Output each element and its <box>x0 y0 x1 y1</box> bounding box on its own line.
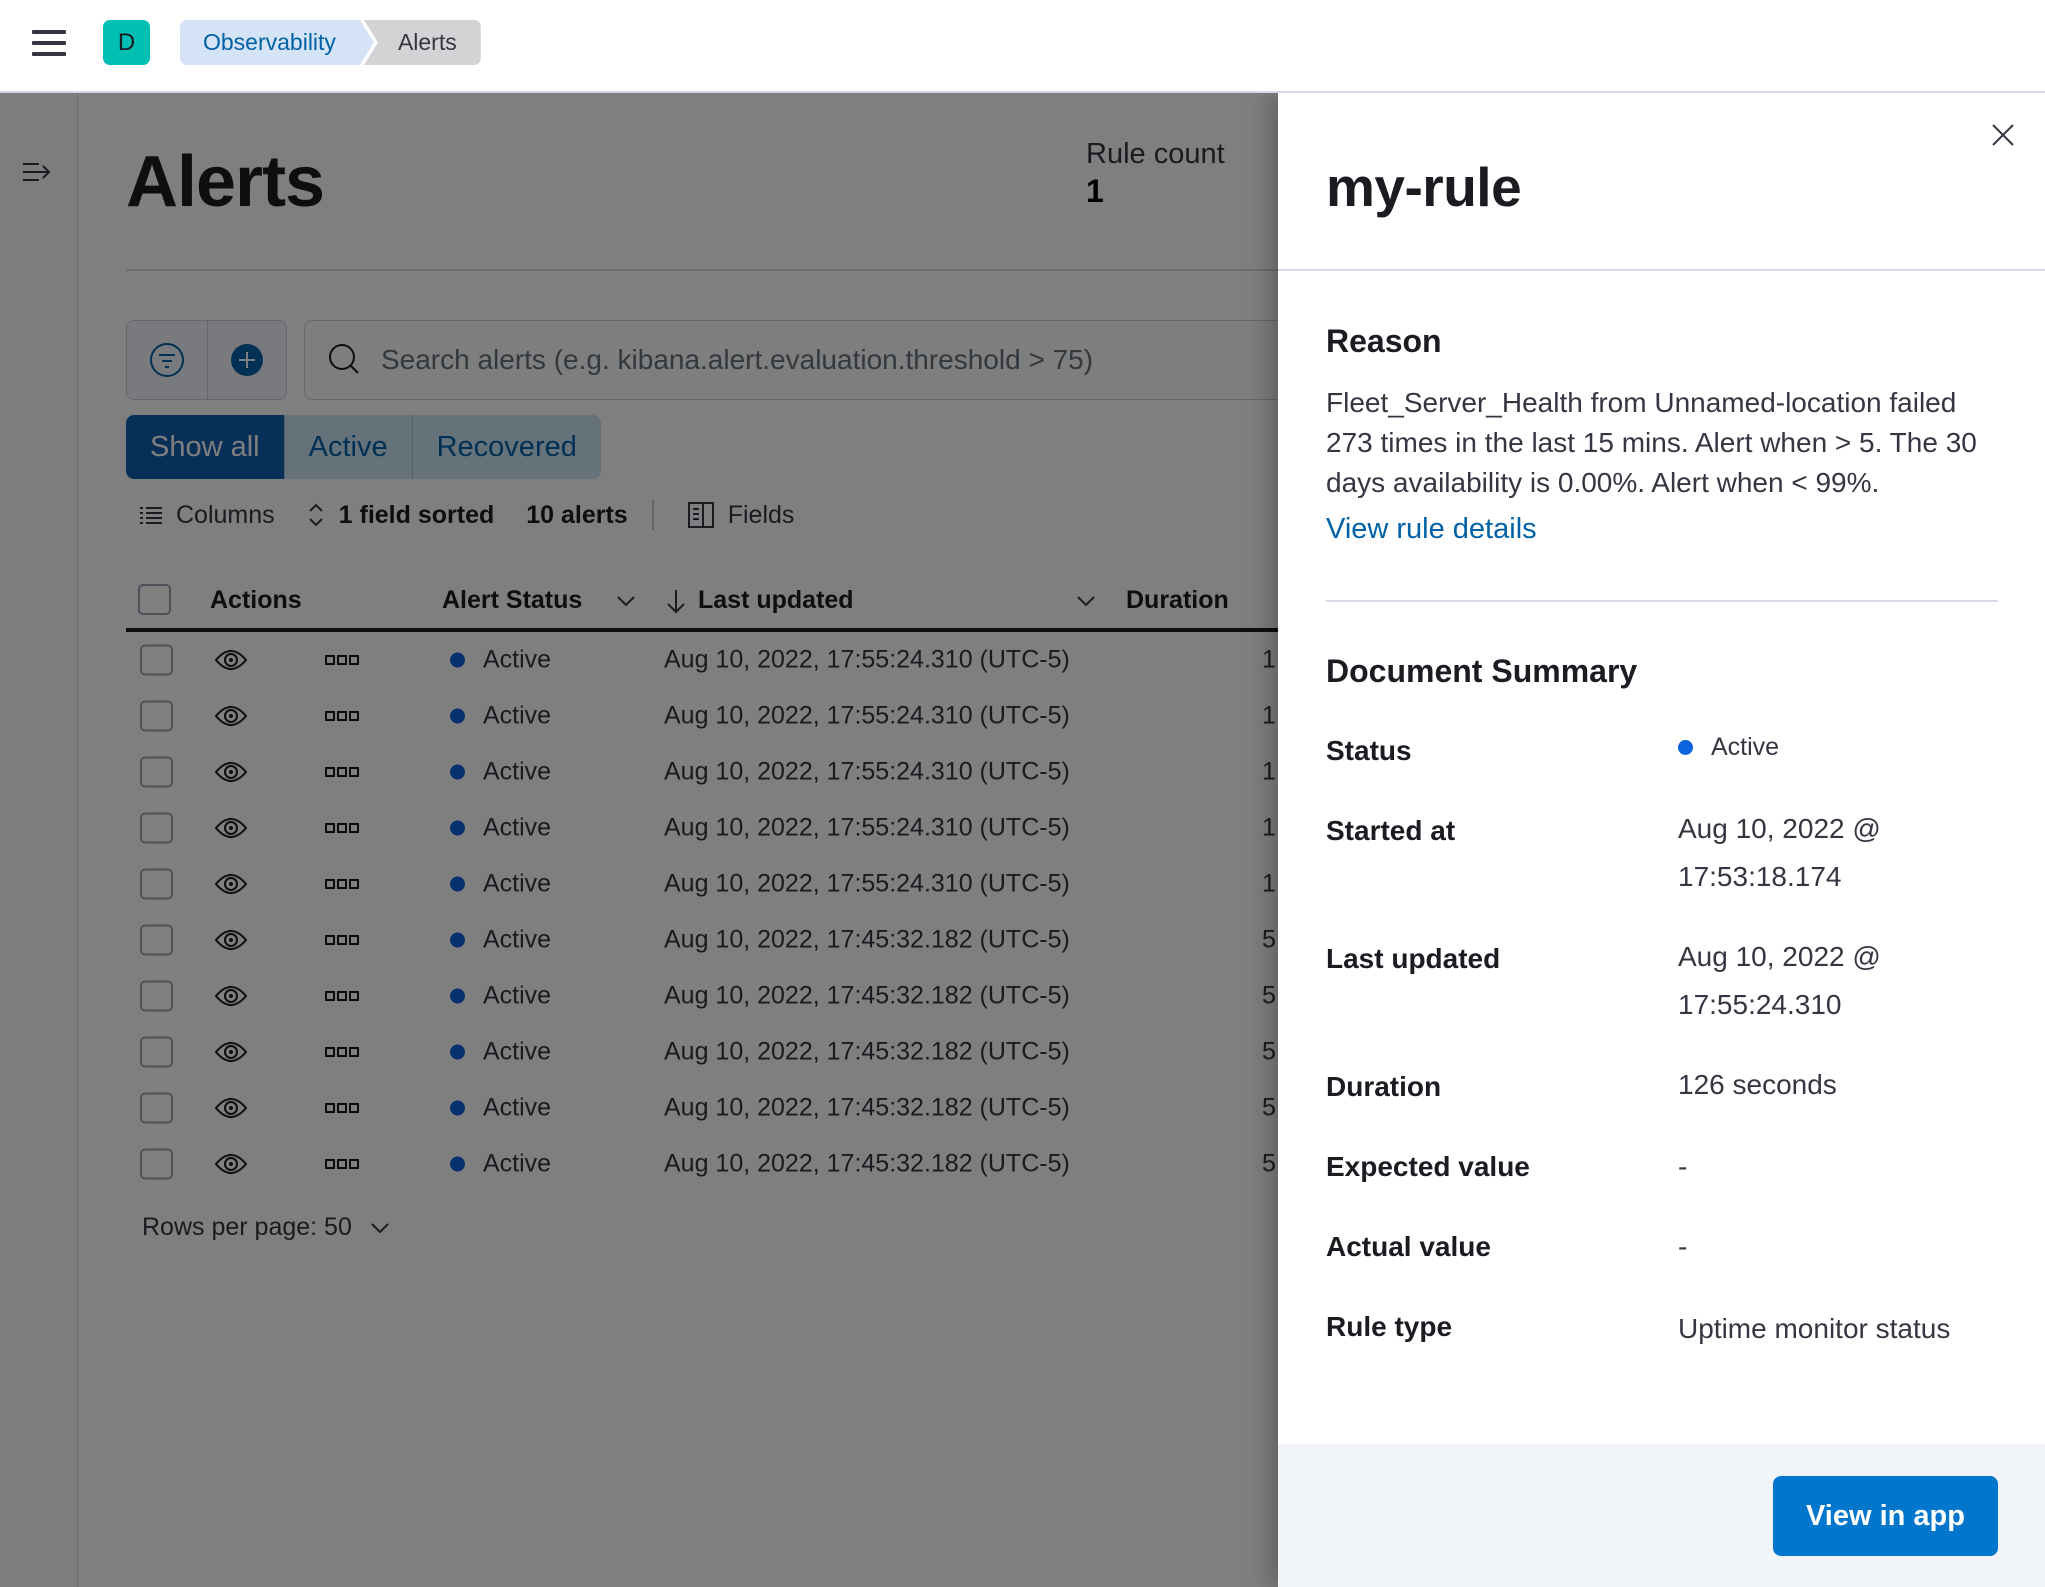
flyout-overlay-mask[interactable] <box>0 93 1278 1587</box>
duration-value: 126 seconds <box>1678 1069 1837 1100</box>
breadcrumb-observability[interactable]: Observability <box>180 20 374 65</box>
last-updated-label: Last updated <box>1326 943 1501 974</box>
actual-value-label: Actual value <box>1326 1231 1491 1262</box>
status-badge: Active <box>1678 723 1998 771</box>
divider <box>1278 269 2045 271</box>
status-value: Active <box>1711 733 1780 761</box>
expected-value: - <box>1678 1151 1688 1182</box>
reason-heading: Reason <box>1326 323 1442 359</box>
menu-icon[interactable] <box>32 30 66 58</box>
status-label: Status <box>1326 735 1412 766</box>
started-at-value: Aug 10, 2022 @ 17:53:18.174 <box>1678 813 1881 892</box>
rule-type-label: Rule type <box>1326 1311 1453 1342</box>
started-at-label: Started at <box>1326 815 1456 846</box>
breadcrumb: Observability Alerts <box>180 20 481 65</box>
document-summary-heading: Document Summary <box>1326 653 1638 689</box>
expected-value-label: Expected value <box>1326 1151 1530 1182</box>
view-rule-details-link[interactable]: View rule details <box>1326 513 1537 546</box>
view-in-app-button[interactable]: View in app <box>1773 1476 1998 1556</box>
actual-value: - <box>1678 1231 1688 1262</box>
divider <box>1326 600 1998 602</box>
rule-type-value: Uptime monitor status <box>1678 1313 1951 1344</box>
status-dot-icon <box>1678 739 1693 755</box>
alert-flyout: my-rule Reason Fleet_Server_Health from … <box>1278 93 2045 1587</box>
flyout-title: my-rule <box>1326 156 1522 218</box>
top-header: D Observability Alerts <box>0 0 2045 93</box>
flyout-footer: View in app <box>1278 1444 2045 1587</box>
space-avatar[interactable]: D <box>103 20 150 65</box>
last-updated-value: Aug 10, 2022 @ 17:55:24.310 <box>1678 941 1881 1020</box>
breadcrumb-alerts: Alerts <box>363 20 481 65</box>
close-icon[interactable] <box>1989 121 2017 149</box>
duration-label: Duration <box>1326 1071 1442 1102</box>
reason-text: Fleet_Server_Health from Unnamed-locatio… <box>1326 387 1977 498</box>
